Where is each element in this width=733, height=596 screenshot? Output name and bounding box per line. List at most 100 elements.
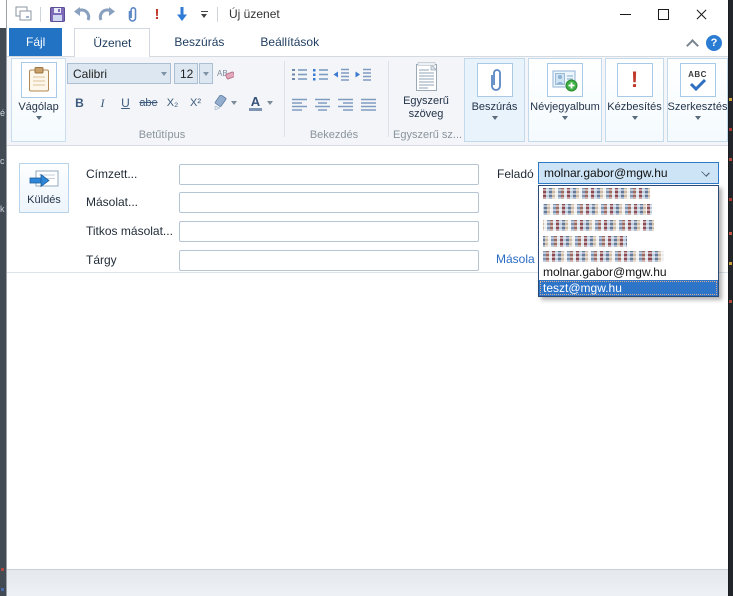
from-option-redacted[interactable] xyxy=(539,217,718,233)
plain-text-group-label: Egyszerű sz... xyxy=(393,129,459,141)
new-message-window: ! Új üzenet Fájl Üzenet Beszúrás Beáll xyxy=(6,0,729,596)
numbered-list-button[interactable] xyxy=(289,64,310,84)
from-combobox[interactable]: molnar.gabor@mgw.hu xyxy=(538,162,719,184)
toolbar-separator xyxy=(217,7,218,22)
font-size-value: 12 xyxy=(175,67,197,81)
align-center-button[interactable] xyxy=(312,94,333,114)
low-priority-icon[interactable] xyxy=(173,4,191,24)
contacts-button[interactable]: Névjegyalbum xyxy=(528,58,602,142)
highlighter-icon xyxy=(212,95,230,111)
font-family-combo[interactable]: Calibri xyxy=(67,63,171,84)
bcc-input[interactable] xyxy=(179,221,479,242)
decrease-indent-button[interactable] xyxy=(331,64,352,84)
tab-file[interactable]: Fájl xyxy=(9,28,62,56)
attach-file-icon xyxy=(477,63,513,97)
tab-options[interactable]: Beállítások xyxy=(242,28,337,56)
contact-card-icon xyxy=(547,63,583,97)
tab-message[interactable]: Üzenet xyxy=(74,28,150,57)
window-menu-icon[interactable] xyxy=(15,4,33,24)
priority-icon: ! xyxy=(617,63,653,97)
insert-label: Beszúrás xyxy=(472,101,518,113)
collapse-ribbon-icon[interactable] xyxy=(688,38,697,47)
from-option-redacted[interactable] xyxy=(539,202,718,218)
from-label: Feladó xyxy=(497,163,534,185)
group-separator xyxy=(388,61,389,137)
font-size-dropdown-button[interactable] xyxy=(199,63,213,84)
high-priority-icon[interactable]: ! xyxy=(148,4,166,24)
editing-button[interactable]: ABC Szerkesztés xyxy=(667,58,728,142)
from-value: molnar.gabor@mgw.hu xyxy=(539,166,702,180)
ribbon: Vágólap Calibri 12 AB B I U abe X₂ X² xyxy=(7,57,728,146)
from-option-selected[interactable]: teszt@mgw.hu xyxy=(539,280,718,296)
maximize-icon xyxy=(658,9,669,20)
font-color-dropdown-icon[interactable] xyxy=(265,101,274,105)
customize-toolbar-icon[interactable] xyxy=(198,4,210,24)
redo-icon[interactable] xyxy=(98,4,116,24)
send-button[interactable]: Küldés xyxy=(19,163,69,213)
editing-label: Szerkesztés xyxy=(668,101,728,113)
underline-button[interactable]: U xyxy=(115,93,136,113)
save-icon[interactable] xyxy=(48,4,66,24)
align-right-button[interactable] xyxy=(335,94,356,114)
subject-label: Tárgy xyxy=(86,250,117,271)
highlight-button[interactable] xyxy=(210,93,231,113)
bcc-label: Titkos másolat... xyxy=(86,221,173,242)
contacts-label: Névjegyalbum xyxy=(530,101,600,113)
justify-button[interactable] xyxy=(358,94,379,114)
tab-insert[interactable]: Beszúrás xyxy=(156,28,242,56)
delivery-label: Kézbesítés xyxy=(607,101,661,113)
close-button[interactable] xyxy=(682,0,720,28)
subject-input[interactable] xyxy=(179,250,479,271)
bulleted-list-button[interactable] xyxy=(310,64,331,84)
font-family-value: Calibri xyxy=(68,67,157,81)
from-option-redacted[interactable] xyxy=(539,186,718,202)
undo-icon[interactable] xyxy=(73,4,91,24)
group-separator xyxy=(284,61,285,137)
from-option-account[interactable]: molnar.gabor@mgw.hu xyxy=(539,265,718,281)
show-cc-bcc-link[interactable]: Másola xyxy=(496,252,535,266)
align-left-button[interactable] xyxy=(289,94,310,114)
delivery-button[interactable]: ! Kézbesítés xyxy=(605,58,664,142)
subscript-button[interactable]: X₂ xyxy=(162,93,183,113)
clipboard-icon xyxy=(21,62,57,98)
window-title: Új üzenet xyxy=(229,7,280,21)
delivery-dropdown-icon xyxy=(632,116,638,120)
clipboard-label: Vágólap xyxy=(18,101,58,113)
font-group-label: Betűtípus xyxy=(107,129,217,141)
font-size-combo[interactable]: 12 xyxy=(174,63,198,84)
ribbon-tabs: Fájl Üzenet Beszúrás Beállítások ? xyxy=(7,28,728,57)
clipboard-dropdown-icon xyxy=(36,116,42,120)
maximize-button[interactable] xyxy=(644,0,682,28)
insert-dropdown-icon xyxy=(492,116,498,120)
attach-icon[interactable] xyxy=(123,4,141,24)
font-family-dropdown-icon xyxy=(161,72,167,76)
send-label: Küldés xyxy=(27,194,61,206)
superscript-button[interactable]: X² xyxy=(185,93,206,113)
from-option-redacted[interactable] xyxy=(539,249,718,265)
spellcheck-icon: ABC xyxy=(680,63,716,97)
status-bar xyxy=(7,569,728,596)
send-envelope-icon xyxy=(29,170,59,192)
minimize-button[interactable] xyxy=(606,0,644,28)
title-bar: ! Új üzenet xyxy=(7,0,728,28)
strikethrough-button[interactable]: abe xyxy=(138,93,159,113)
editing-dropdown-icon xyxy=(695,116,701,120)
from-option-redacted[interactable] xyxy=(539,233,718,249)
cc-input[interactable] xyxy=(179,192,479,213)
contacts-dropdown-icon xyxy=(562,116,568,120)
clipboard-button[interactable]: Vágólap xyxy=(11,58,66,142)
increase-indent-button[interactable] xyxy=(353,64,374,84)
highlight-dropdown-icon[interactable] xyxy=(229,101,238,105)
insert-button[interactable]: Beszúrás xyxy=(464,58,525,142)
plain-text-icon xyxy=(414,62,439,92)
message-body[interactable] xyxy=(7,274,728,570)
cc-label: Másolat... xyxy=(86,192,138,213)
to-input[interactable] xyxy=(179,164,479,185)
help-icon[interactable]: ? xyxy=(706,35,722,51)
font-color-letter: A xyxy=(251,96,260,107)
font-color-button[interactable]: A xyxy=(245,93,266,113)
clear-formatting-button[interactable]: AB xyxy=(215,64,236,84)
italic-button[interactable]: I xyxy=(92,93,113,113)
bold-button[interactable]: B xyxy=(69,93,90,113)
window-controls xyxy=(606,0,720,28)
